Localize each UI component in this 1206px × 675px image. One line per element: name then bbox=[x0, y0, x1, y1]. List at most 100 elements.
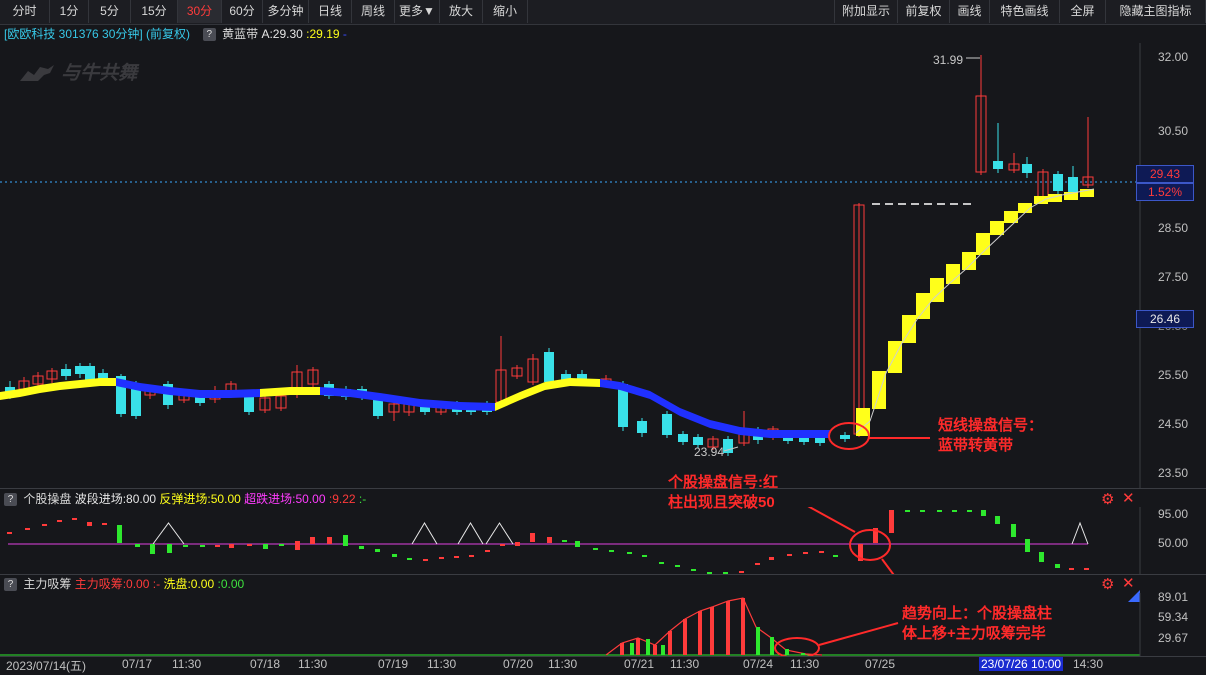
washout-bar bbox=[646, 639, 650, 655]
stock-title: [欧欧科技 301376 30分钟] (前复权) bbox=[4, 27, 191, 41]
candle-down bbox=[61, 369, 71, 376]
indicator1-bar bbox=[819, 551, 824, 553]
main-chart-header: [欧欧科技 301376 30分钟] (前复权) ? 黄蓝带 A:29.30 :… bbox=[4, 25, 347, 43]
indicator1-chart[interactable] bbox=[0, 507, 1206, 575]
annotation-circle bbox=[849, 529, 891, 561]
indicator1-bar bbox=[739, 571, 744, 573]
high-price-label: 31.99 bbox=[933, 53, 964, 67]
indicator1-name[interactable]: 个股操盘 bbox=[23, 492, 71, 506]
indicator1-bar bbox=[1025, 539, 1030, 552]
period-tab-weekly[interactable]: 周线 bbox=[352, 0, 395, 23]
special-draw-button[interactable]: 特色画线 bbox=[990, 0, 1060, 23]
indicator1-bar bbox=[200, 545, 205, 547]
period-tab-multi-min[interactable]: 多分钟 bbox=[263, 0, 309, 23]
price-tick: 27.50 bbox=[1157, 270, 1188, 284]
date-label: 11:30 bbox=[298, 657, 328, 671]
period-tab-1min[interactable]: 1分 bbox=[50, 0, 89, 23]
date-label: 07/21 bbox=[624, 657, 655, 671]
hide-main-indicator-button[interactable]: 隐藏主图指标 bbox=[1106, 0, 1206, 23]
adjust-button[interactable]: 前复权 bbox=[898, 0, 950, 23]
band-segment bbox=[0, 389, 20, 400]
indicator1-bar bbox=[642, 555, 647, 557]
period-tab-15min[interactable]: 15分 bbox=[131, 0, 178, 23]
indicator1-bar bbox=[359, 546, 364, 549]
inflow-bar bbox=[683, 619, 687, 655]
indicator1-param: 波段进场:80.00 bbox=[74, 492, 157, 506]
indicator1-bar bbox=[150, 544, 155, 554]
band-segment bbox=[80, 378, 100, 388]
indicator1-param: 反弹进场:50.00 bbox=[159, 492, 241, 506]
period-tab-60min[interactable]: 60分 bbox=[222, 0, 263, 23]
price-tick: 28.50 bbox=[1157, 221, 1188, 235]
indicator1-bar bbox=[500, 544, 505, 546]
annotation-pointer bbox=[881, 558, 896, 575]
period-tab-daily[interactable]: 日线 bbox=[309, 0, 352, 23]
more-dropdown[interactable]: 更多▼ bbox=[395, 0, 440, 23]
washout-bar bbox=[785, 649, 789, 655]
indicator1-bar bbox=[392, 554, 397, 557]
date-label: 11:30 bbox=[790, 657, 820, 671]
period-tab-30min[interactable]: 30分 bbox=[178, 0, 222, 23]
indicator1-peak-line bbox=[1071, 521, 1089, 545]
inflow-bar bbox=[741, 598, 745, 655]
help-icon[interactable]: ? bbox=[4, 493, 17, 507]
indicator-name[interactable]: 黄蓝带 bbox=[222, 27, 258, 41]
indicator1-bar bbox=[167, 544, 172, 553]
inflow-bar bbox=[668, 631, 672, 655]
indicator1-bar bbox=[609, 550, 614, 552]
settings-gear-icon[interactable]: ⚙ bbox=[1101, 490, 1114, 508]
indicator2-name[interactable]: 主力吸筹 bbox=[23, 577, 71, 591]
extra-display-button[interactable]: 附加显示 bbox=[834, 0, 898, 23]
indicator2-param: 主力吸筹:0.00 bbox=[74, 577, 150, 591]
indicator1-bar bbox=[769, 557, 774, 560]
indicator1-bar bbox=[135, 544, 140, 547]
indicator1-bar bbox=[995, 516, 1000, 524]
indicator1-bar bbox=[375, 549, 380, 552]
annotation-text: 短线操盘信号： bbox=[938, 417, 1044, 434]
draw-line-button[interactable]: 画线 bbox=[950, 0, 990, 23]
period-tab-5min[interactable]: 5分 bbox=[89, 0, 131, 23]
indicator1-param: :- bbox=[358, 492, 367, 506]
indicator1-bar bbox=[247, 544, 252, 546]
band-segment bbox=[60, 380, 80, 390]
change-percent-badge: 1.52% bbox=[1136, 183, 1194, 201]
period-tab-fenshi[interactable]: 分时 bbox=[0, 0, 50, 23]
help-icon[interactable]: ? bbox=[202, 28, 216, 42]
indicator1-bar bbox=[627, 552, 632, 554]
date-label: 07/19 bbox=[378, 657, 409, 671]
annotation-pointer bbox=[807, 507, 856, 533]
candle-down bbox=[678, 434, 688, 442]
indicator1-bar bbox=[42, 524, 47, 526]
candle-down bbox=[993, 161, 1003, 169]
candle-down bbox=[693, 437, 703, 445]
indicator-value-b: :29.19 bbox=[306, 27, 340, 41]
indicator1-bar bbox=[530, 533, 535, 542]
indicator1-bar bbox=[295, 541, 300, 550]
indicator1-bar bbox=[310, 537, 315, 544]
washout-bar bbox=[770, 637, 774, 655]
price-tick: 25.50 bbox=[1157, 368, 1188, 382]
band-block bbox=[1034, 196, 1048, 204]
close-icon[interactable]: ✕ bbox=[1122, 489, 1135, 507]
date-label: 07/17 bbox=[122, 657, 153, 671]
washout-bar bbox=[630, 643, 634, 655]
zoom-out-button[interactable]: 缩小 bbox=[483, 0, 528, 23]
settings-gear-icon[interactable]: ⚙ bbox=[1101, 575, 1114, 593]
indicator1-bar bbox=[515, 542, 520, 546]
indicator1-bar bbox=[952, 510, 957, 512]
indicator1-bar bbox=[787, 554, 792, 556]
band-segment bbox=[20, 385, 40, 397]
indicator1-bar bbox=[905, 510, 910, 512]
indicator1-bar bbox=[439, 557, 444, 559]
indicator1-bar bbox=[117, 525, 122, 543]
candle-down bbox=[662, 414, 672, 435]
date-label: 07/24 bbox=[743, 657, 774, 671]
indicator1-bar bbox=[343, 535, 348, 546]
indicator2-tick: 29.67 bbox=[1157, 631, 1188, 645]
fullscreen-button[interactable]: 全屏 bbox=[1060, 0, 1106, 23]
indicator1-peak-line bbox=[457, 522, 484, 545]
indicator1-bar bbox=[25, 528, 30, 530]
zoom-in-button[interactable]: 放大 bbox=[440, 0, 483, 23]
indicator1-bar bbox=[423, 559, 428, 561]
help-icon[interactable]: ? bbox=[4, 578, 17, 592]
